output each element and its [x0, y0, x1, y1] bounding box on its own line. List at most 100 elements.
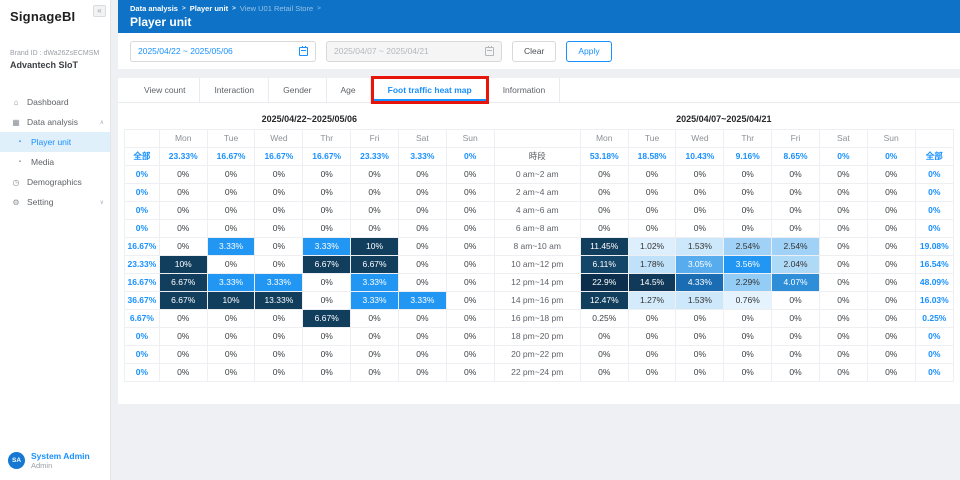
- sidebar-item-media[interactable]: ▪Media: [0, 152, 110, 172]
- heatmap-cell: 0%: [255, 201, 303, 219]
- heatmap-cell: 0%: [159, 309, 207, 327]
- tab-interaction[interactable]: Interaction: [200, 78, 269, 102]
- heatmap-cell: 0%: [819, 237, 867, 255]
- heatmap-cell: 13.33%: [255, 291, 303, 309]
- heatmap-cell: 0%: [351, 165, 399, 183]
- heatmap-cell: 0%: [303, 219, 351, 237]
- heatmap-cell: 0%: [676, 201, 724, 219]
- calendar-icon: [485, 47, 494, 56]
- heatmap-cell: 0%: [676, 363, 724, 381]
- heatmap-cell: 0%: [819, 363, 867, 381]
- heatmap-cell: 3.33%: [351, 291, 399, 309]
- heatmap-cell: 0%: [676, 165, 724, 183]
- heatmap-cell: 0%: [819, 219, 867, 237]
- heatmap-cell: 0%: [772, 291, 820, 309]
- breadcrumb-separator: >: [232, 5, 236, 12]
- heatmap-cell: 0%: [628, 183, 676, 201]
- heatmap-cell: 0%: [351, 345, 399, 363]
- main-content: Data analysis>Player unit>View U01 Retai…: [118, 0, 960, 480]
- tab-foot-traffic-heat-map[interactable]: Foot traffic heat map: [374, 79, 486, 101]
- time-slot-label: 18 pm~20 pm: [494, 327, 580, 345]
- heatmap-cell: 0%: [819, 273, 867, 291]
- date-range-input-1[interactable]: 2025/04/22 ~ 2025/05/06: [130, 41, 316, 62]
- sidebar-item-label: Player unit: [31, 137, 71, 147]
- tab-gender[interactable]: Gender: [269, 78, 326, 102]
- heatmap-cell: 0%: [303, 345, 351, 363]
- heatmap-cell: 0%: [351, 183, 399, 201]
- sidebar-item-player-unit[interactable]: ▪Player unit: [0, 132, 110, 152]
- heatmap-cell: 0%: [446, 309, 494, 327]
- heatmap-cell: 6.67%: [159, 291, 207, 309]
- heatmap-cell: 0%: [255, 219, 303, 237]
- table-row: 0%0%0%0%0%0%0%0%2 am~4 am0%0%0%0%0%0%0%0…: [125, 183, 954, 201]
- sidebar-item-setting[interactable]: ⚙Setting∨: [0, 192, 110, 212]
- heatmap-cell: 0%: [255, 237, 303, 255]
- heatmap-cell: 0%: [867, 237, 915, 255]
- tab-age[interactable]: Age: [327, 78, 371, 102]
- heatmap-cell: 0%: [255, 363, 303, 381]
- heatmap-cell: 6.67%: [159, 273, 207, 291]
- heatmap-cell: 0%: [580, 201, 628, 219]
- sidebar-item-data-analysis[interactable]: ▦Data analysis∧: [0, 112, 110, 132]
- breadcrumb-item-data-analysis[interactable]: Data analysis: [130, 4, 178, 13]
- table-row: 0%0%0%0%0%0%0%0%4 am~6 am0%0%0%0%0%0%0%0…: [125, 201, 954, 219]
- heatmap-cell: 3.56%: [724, 255, 772, 273]
- time-slot-label: 12 pm~14 pm: [494, 273, 580, 291]
- heatmap-cell: 0%: [772, 309, 820, 327]
- heatmap-cell: 0%: [628, 327, 676, 345]
- heatmap-cell: 0%: [724, 345, 772, 363]
- row-total-left: 16.67%: [125, 273, 160, 291]
- page-header: Data analysis>Player unit>View U01 Retai…: [118, 0, 960, 33]
- date-range-1-value: 2025/04/22 ~ 2025/05/06: [138, 46, 233, 56]
- tab-view-count[interactable]: View count: [130, 78, 200, 102]
- sidebar-collapse-button[interactable]: «: [93, 5, 106, 17]
- day-header-left-thr: Thr: [303, 129, 351, 147]
- day-header-right-sun: Sun: [867, 129, 915, 147]
- heatmap-cell: 0%: [303, 201, 351, 219]
- heatmap-cell: 0%: [628, 201, 676, 219]
- clear-button[interactable]: Clear: [512, 41, 556, 62]
- day-total-left: 0%: [446, 147, 494, 165]
- heatmap-cell: 0%: [351, 363, 399, 381]
- row-total-left: 23.33%: [125, 255, 160, 273]
- heatmap-cell: 0%: [772, 345, 820, 363]
- row-total-right: 16.54%: [915, 255, 953, 273]
- apply-button[interactable]: Apply: [566, 41, 611, 62]
- heatmap-cell: 0%: [819, 201, 867, 219]
- time-slot-label: 10 am~12 pm: [494, 255, 580, 273]
- row-total-right: 0%: [915, 219, 953, 237]
- avatar: SA: [8, 452, 25, 469]
- day-header-right-thr: Thr: [724, 129, 772, 147]
- breadcrumb-item-player-unit[interactable]: Player unit: [190, 4, 228, 13]
- heatmap-cell: 0%: [724, 327, 772, 345]
- spacer-cell: [494, 129, 580, 147]
- user-profile[interactable]: SA System Admin Admin: [0, 451, 110, 470]
- row-total-right: 48.09%: [915, 273, 953, 291]
- heatmap-cell: 0%: [398, 255, 446, 273]
- heatmap-cell: 0%: [398, 345, 446, 363]
- heatmap-cell: 0%: [772, 201, 820, 219]
- heatmap-cell: 0%: [772, 183, 820, 201]
- heatmap-cell: 0%: [772, 327, 820, 345]
- heatmap-cell: 0%: [628, 345, 676, 363]
- row-total-left: 0%: [125, 345, 160, 363]
- day-total-right: 53.18%: [580, 147, 628, 165]
- heatmap-cell: 0%: [303, 363, 351, 381]
- heatmap-cell: 0%: [351, 309, 399, 327]
- date-range-input-2[interactable]: 2025/04/07 ~ 2025/04/21: [326, 41, 502, 62]
- sidebar-item-demographics[interactable]: ◷Demographics: [0, 172, 110, 192]
- row-total-right: 0.25%: [915, 309, 953, 327]
- breadcrumb-item-view-u01-retail-store: View U01 Retail Store: [240, 4, 313, 13]
- tab-information[interactable]: Information: [489, 78, 561, 102]
- day-header-left-tue: Tue: [207, 129, 255, 147]
- heatmap-cell: 0%: [159, 201, 207, 219]
- day-header-left-mon: Mon: [159, 129, 207, 147]
- sidebar-item-dashboard[interactable]: ⌂Dashboard: [0, 92, 110, 112]
- table-row: 0%0%0%0%0%0%0%0%22 pm~24 pm0%0%0%0%0%0%0…: [125, 363, 954, 381]
- breadcrumb: Data analysis>Player unit>View U01 Retai…: [130, 4, 948, 13]
- row-total-left: 0%: [125, 165, 160, 183]
- heatmap-table-wrap: 2025/04/22~2025/05/062025/04/07~2025/04/…: [118, 103, 960, 382]
- heatmap-cell: 0%: [724, 309, 772, 327]
- heatmap-cell: 6.67%: [351, 255, 399, 273]
- day-header-right-tue: Tue: [628, 129, 676, 147]
